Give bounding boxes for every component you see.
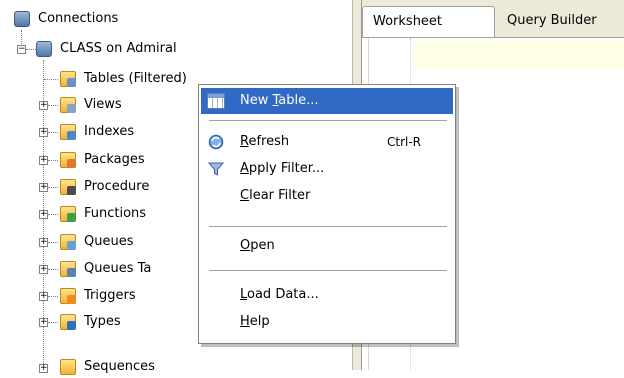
- tab-query-builder[interactable]: Query Builder: [497, 6, 624, 37]
- tree-connector: [48, 132, 58, 133]
- collapse-expander-icon[interactable]: −: [17, 45, 26, 54]
- menu-item-label: Apply Filter...: [240, 161, 325, 176]
- menu-item-label: Help: [240, 314, 270, 329]
- menu-item-open[interactable]: Open: [201, 233, 453, 259]
- tree-connector: [48, 105, 58, 106]
- menu-item-label: Open: [240, 238, 275, 253]
- tree-node-label: Triggers: [84, 288, 136, 303]
- tree-node-label: Sequences: [84, 359, 155, 374]
- expand-expander-icon[interactable]: +: [39, 156, 48, 165]
- tree-connector: [48, 296, 58, 297]
- expand-expander-icon[interactable]: +: [39, 183, 48, 192]
- tree-node-functions[interactable]: Functions: [60, 203, 200, 225]
- tree-node-label: Procedure: [84, 179, 150, 194]
- tree-node-label: Views: [84, 97, 122, 112]
- tree-node-label: Queues Ta: [84, 261, 152, 276]
- menu-item-refresh[interactable]: Refresh Ctrl-R: [201, 129, 453, 155]
- views-folder-icon: [60, 97, 76, 113]
- tree-node-types[interactable]: Types: [60, 311, 200, 333]
- tree-node-label: Tables (Filtered): [84, 71, 187, 86]
- tree-connector: [48, 269, 58, 270]
- tree-connector: [48, 322, 58, 323]
- sequences-folder-icon: [60, 359, 76, 375]
- menu-item-label: Clear Filter: [240, 188, 311, 203]
- menu-item-load-data[interactable]: Load Data...: [201, 282, 453, 308]
- menu-item-label: Load Data...: [240, 287, 319, 302]
- expand-expander-icon[interactable]: +: [39, 364, 48, 373]
- tree-node-queues[interactable]: Queues: [60, 231, 200, 253]
- menu-item-label: Refresh: [240, 134, 290, 149]
- queues-folder-icon: [60, 234, 76, 250]
- tree-node-sequences[interactable]: Sequences: [60, 356, 200, 378]
- menu-item-shortcut: Ctrl-R: [387, 135, 422, 149]
- menu-separator: [209, 120, 447, 121]
- refresh-icon: [208, 134, 224, 150]
- connections-icon: [14, 11, 30, 27]
- tree-node-label: Indexes: [84, 124, 135, 139]
- editor-current-line[interactable]: [414, 40, 624, 70]
- tree-node-class-on-admiral[interactable]: CLASS on Admiral: [36, 38, 256, 60]
- tree-connector: [44, 79, 58, 80]
- menu-separator: [209, 226, 447, 227]
- expand-expander-icon[interactable]: +: [39, 292, 48, 301]
- expand-expander-icon[interactable]: +: [39, 238, 48, 247]
- procedures-folder-icon: [60, 179, 76, 195]
- context-menu: New Table... Refresh Ctrl-R Apply Filter…: [198, 84, 456, 344]
- triggers-folder-icon: [60, 288, 76, 304]
- tree-node-label: CLASS on Admiral: [60, 41, 177, 56]
- queue-tables-folder-icon: [60, 261, 76, 277]
- tree-node-label: Queues: [84, 234, 134, 249]
- tree-connector: [48, 160, 58, 161]
- expand-expander-icon[interactable]: +: [39, 318, 48, 327]
- new-table-icon: [207, 93, 225, 109]
- editor-tabstrip: Worksheet Query Builder: [362, 0, 624, 38]
- functions-folder-icon: [60, 206, 76, 222]
- tree-node-procedures[interactable]: Procedure: [60, 176, 200, 198]
- tree-node-label: Packages: [84, 152, 145, 167]
- tree-node-label: Types: [84, 314, 121, 329]
- database-connection-icon: [36, 41, 52, 57]
- expand-expander-icon[interactable]: +: [39, 101, 48, 110]
- tree-node-queue-tables[interactable]: Queues Ta: [60, 258, 200, 280]
- menu-item-help[interactable]: Help: [201, 309, 453, 335]
- expand-expander-icon[interactable]: +: [39, 265, 48, 274]
- menu-item-label: New Table...: [240, 93, 319, 108]
- tree-node-indexes[interactable]: Indexes: [60, 121, 200, 143]
- menu-item-new-table[interactable]: New Table...: [201, 88, 453, 114]
- tree-connector: [48, 242, 58, 243]
- tree-node-triggers[interactable]: Triggers: [60, 285, 200, 307]
- types-folder-icon: [60, 314, 76, 330]
- filter-icon: [207, 162, 225, 176]
- menu-item-clear-filter[interactable]: Clear Filter: [201, 183, 453, 209]
- tree-node-label: Functions: [84, 206, 147, 221]
- tree-connector: [26, 49, 36, 50]
- tree-node-packages[interactable]: Packages: [60, 149, 200, 171]
- tree-node-connections[interactable]: Connections: [14, 8, 214, 30]
- packages-folder-icon: [60, 152, 76, 168]
- expand-expander-icon[interactable]: +: [39, 128, 48, 137]
- indexes-folder-icon: [60, 124, 76, 140]
- menu-item-apply-filter[interactable]: Apply Filter...: [201, 156, 453, 182]
- tables-folder-icon: [60, 71, 76, 87]
- tree-connector: [48, 214, 58, 215]
- tree-node-views[interactable]: Views: [60, 94, 200, 116]
- tree-connector: [48, 187, 58, 188]
- expand-expander-icon[interactable]: +: [39, 210, 48, 219]
- tree-node-label: Connections: [38, 11, 119, 26]
- menu-separator: [209, 270, 447, 271]
- tab-worksheet[interactable]: Worksheet: [362, 6, 495, 37]
